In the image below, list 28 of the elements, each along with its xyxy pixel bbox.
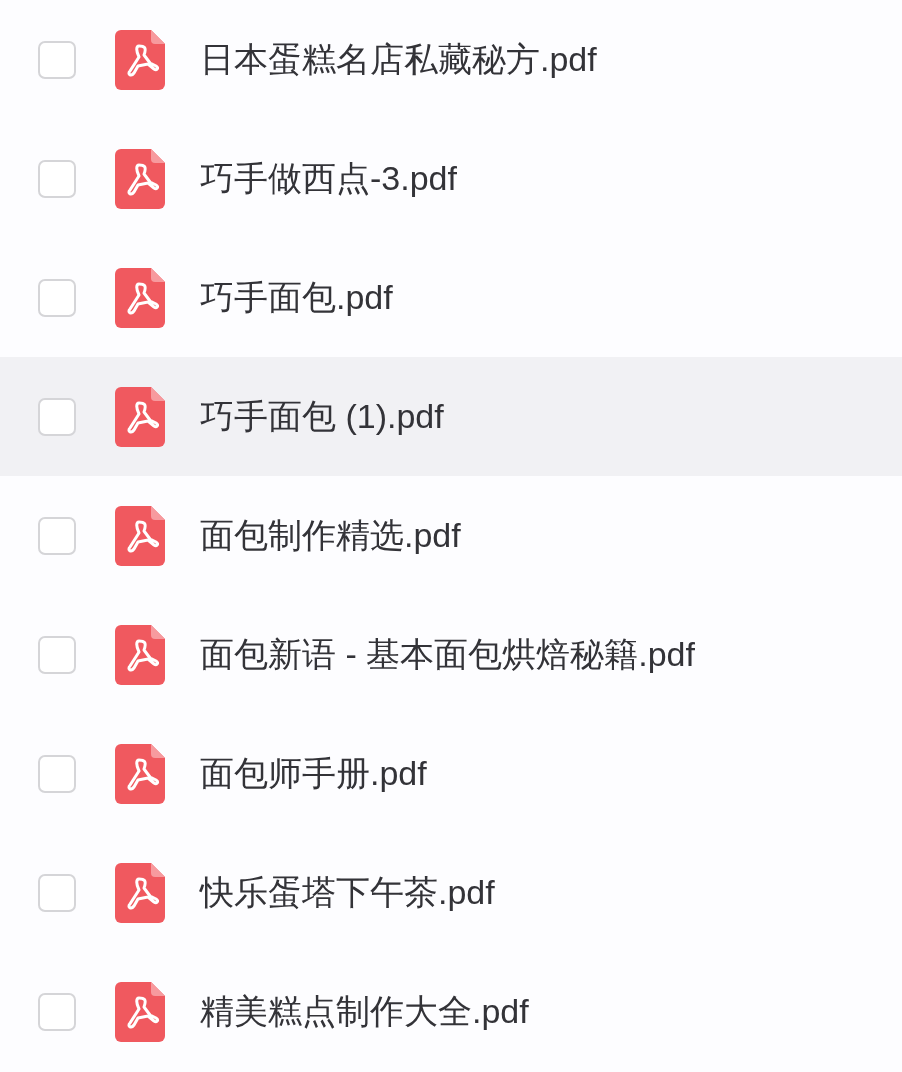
pdf-file-icon [115, 29, 165, 90]
file-name[interactable]: 巧手面包 (1).pdf [200, 391, 444, 442]
file-name[interactable]: 面包师手册.pdf [200, 748, 427, 799]
checkbox[interactable] [38, 159, 76, 198]
pdf-file-icon [115, 981, 165, 1042]
file-name[interactable]: 面包新语 - 基本面包烘焙秘籍.pdf [200, 629, 695, 680]
checkbox[interactable] [38, 397, 76, 436]
pdf-file-icon [115, 386, 165, 447]
checkbox[interactable] [38, 635, 76, 674]
checkbox[interactable] [38, 40, 76, 79]
checkbox[interactable] [38, 516, 76, 555]
pdf-file-icon [115, 624, 165, 685]
file-name[interactable]: 面包制作精选.pdf [200, 510, 461, 561]
file-name[interactable]: 快乐蛋塔下午茶.pdf [200, 867, 495, 918]
pdf-file-icon [115, 267, 165, 328]
pdf-file-icon [115, 505, 165, 566]
checkbox[interactable] [38, 873, 76, 912]
pdf-file-icon [115, 148, 165, 209]
file-name[interactable]: 巧手做西点-3.pdf [200, 153, 457, 204]
file-name[interactable]: 日本蛋糕名店私藏秘方.pdf [200, 34, 597, 85]
file-name[interactable]: 巧手面包.pdf [200, 272, 393, 323]
checkbox[interactable] [38, 754, 76, 793]
file-name[interactable]: 精美糕点制作大全.pdf [200, 986, 529, 1037]
pdf-file-icon [115, 743, 165, 804]
pdf-file-icon [115, 862, 165, 923]
checkbox[interactable] [38, 992, 76, 1031]
file-row[interactable]: 巧手面包 (1).pdf [0, 357, 902, 476]
checkbox[interactable] [38, 278, 76, 317]
